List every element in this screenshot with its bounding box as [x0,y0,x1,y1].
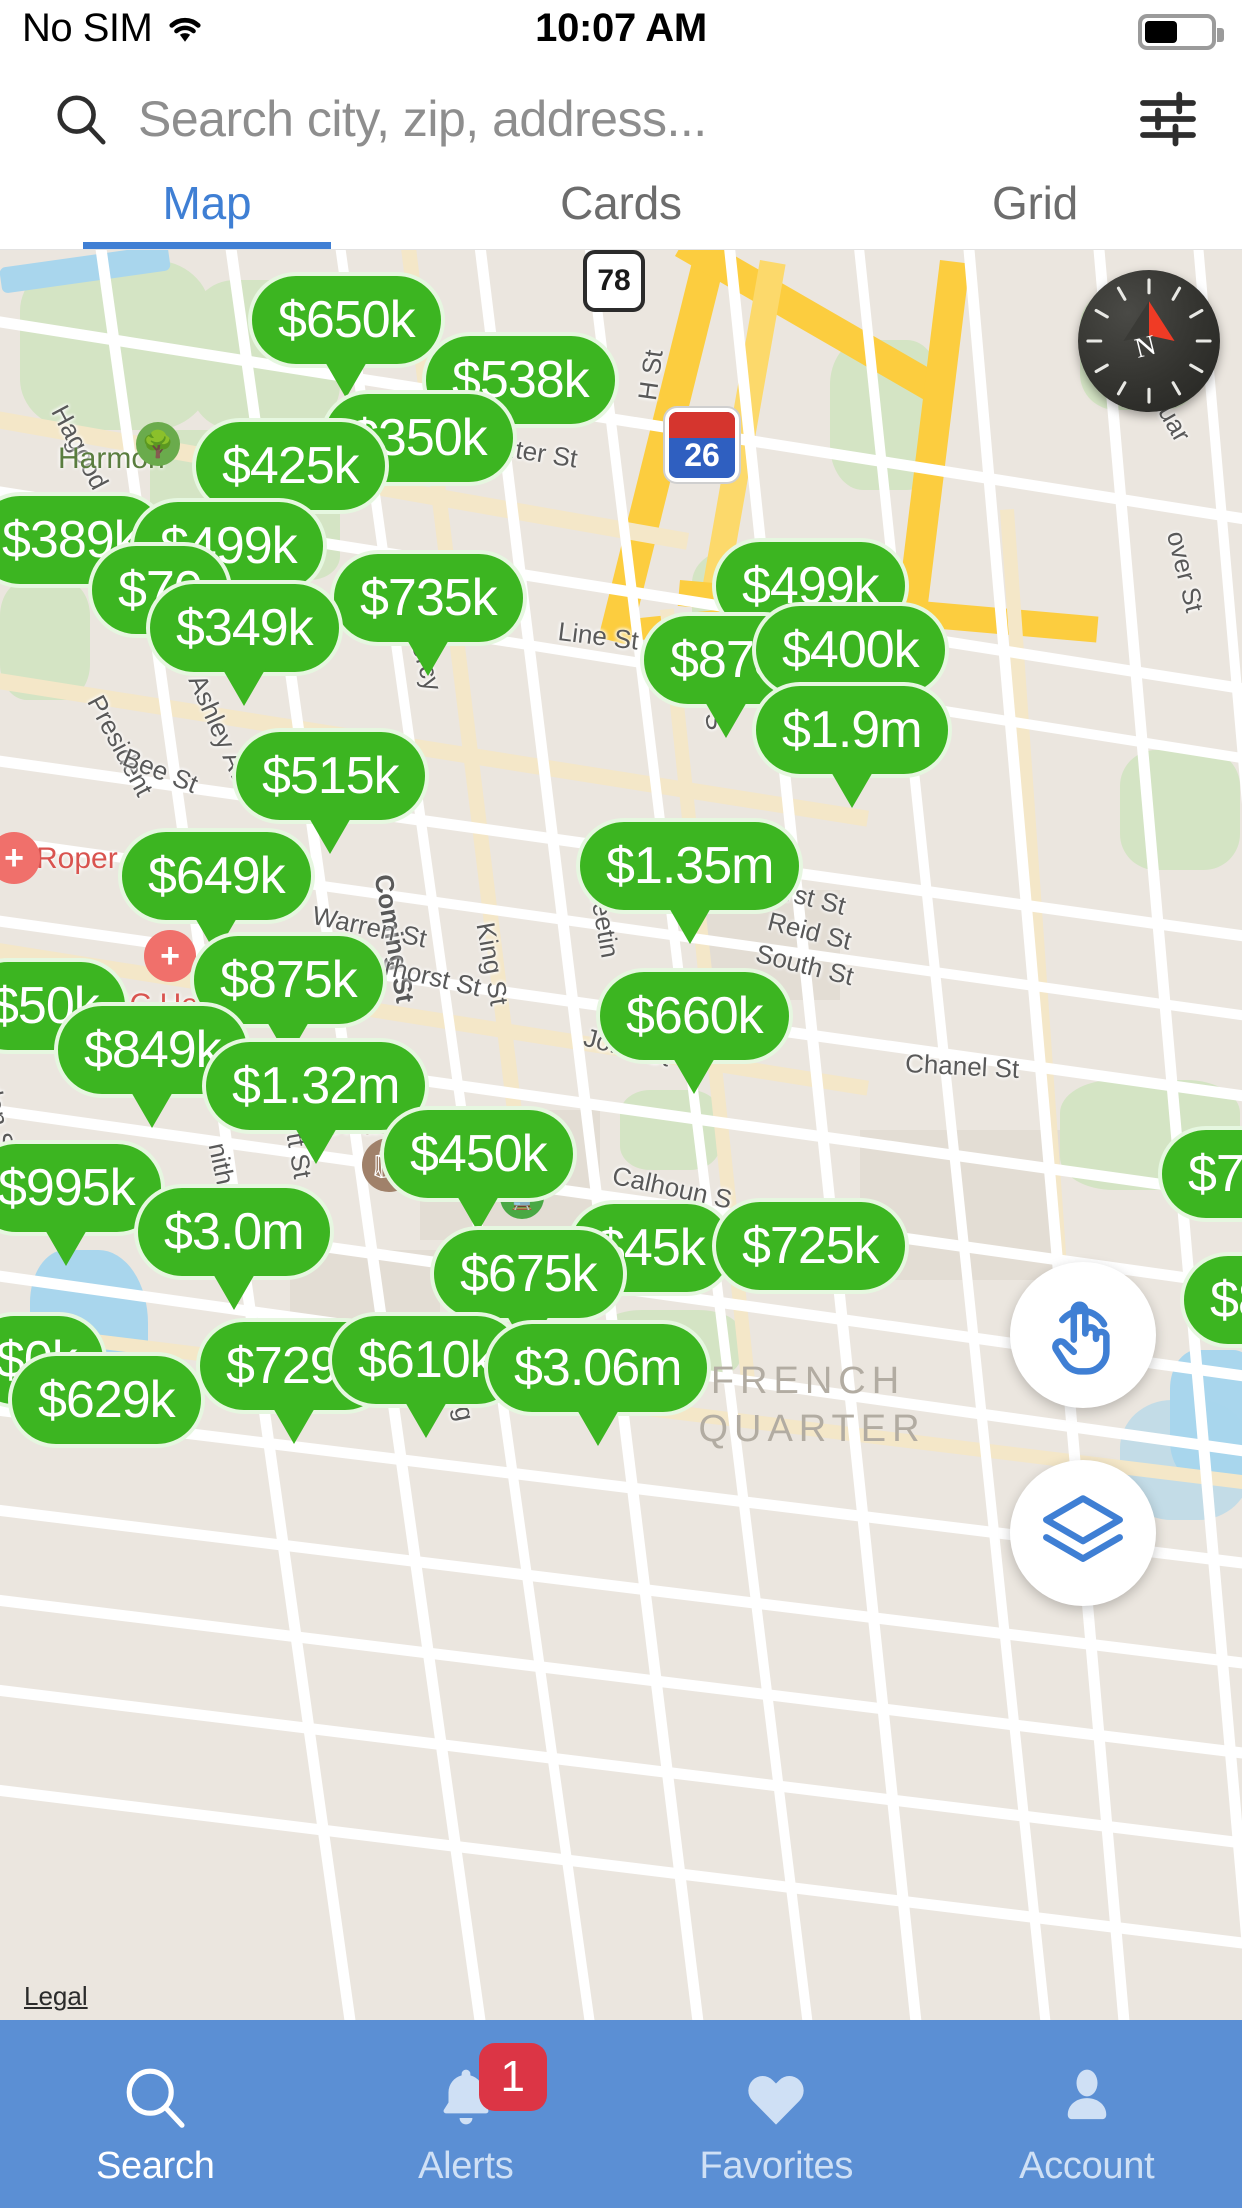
listing-pin[interactable]: $1.35m [576,818,804,944]
road-label: Chanel St [904,1048,1021,1084]
person-icon [1052,2051,1122,2143]
clock-label: 10:07 AM [535,6,707,50]
search-icon [52,90,110,148]
listing-pin[interactable]: $3.0m [134,1184,334,1310]
bottom-tab-bar: Search 1 Alerts Favorites Account [0,2020,1242,2208]
app-root: No SIM 10:07 AM Search city, zip, addres… [0,0,1242,2208]
listing-pin[interactable]: $675k [430,1226,627,1352]
listing-pin[interactable]: $629k [8,1352,205,1448]
bell-icon: 1 [431,2042,547,2143]
nav-item-favorites[interactable]: Favorites [621,2020,932,2208]
nav-label-search: Search [95,2144,215,2187]
nav-label-account: Account [1019,2144,1155,2187]
map-canvas: Hagood Ave Parkw Fi President Bee St Ash… [0,250,1242,2020]
battery-icon [1138,14,1224,50]
compass-icon[interactable]: N [1078,270,1220,412]
highway-shield-i26: 26 [665,408,739,482]
district-label: QUARTER [698,1408,926,1450]
heart-icon [740,2051,812,2143]
highway-shield-78: 78 [583,250,645,312]
nav-label-favorites: Favorites [699,2144,854,2187]
status-bar: No SIM 10:07 AM [0,0,1242,66]
park-icon: 🌳 [136,422,180,466]
place-label-hospital: Roper [36,842,118,875]
listing-pin[interactable]: $349k [146,580,343,706]
listing-pin[interactable]: $1.9m [752,682,952,808]
view-tabs: Map Cards Grid [0,172,1242,250]
nav-item-search[interactable]: Search [0,2020,311,2208]
tab-map[interactable]: Map [0,172,414,249]
listing-pin[interactable]: $660k [596,968,793,1094]
tab-grid[interactable]: Grid [828,172,1242,249]
tab-cards[interactable]: Cards [414,172,828,249]
map-layers-icon[interactable] [1010,1460,1156,1606]
search-icon [119,2051,191,2143]
nav-label-alerts: Alerts [418,2144,514,2187]
search-input[interactable] [138,90,1138,148]
map-view[interactable]: Hagood Ave Parkw Fi President Bee St Ash… [0,250,1242,2020]
hand-touch-icon[interactable] [1010,1262,1156,1408]
listing-pin[interactable]: $735k [330,550,527,676]
filter-sliders-icon[interactable] [1138,89,1198,149]
listing-pin[interactable]: $3.06m [484,1320,712,1446]
district-label: FRENCH [710,1360,906,1402]
hospital-icon: + [144,930,196,982]
listing-pin[interactable]: $450k [380,1106,577,1232]
listing-pin[interactable]: $725k [712,1198,909,1294]
search-bar [0,66,1242,172]
listing-pin[interactable]: $649k [118,828,315,954]
listing-pin[interactable]: $515k [232,728,429,854]
nav-item-alerts[interactable]: 1 Alerts [311,2020,622,2208]
alerts-badge: 1 [478,2042,547,2111]
nav-item-account[interactable]: Account [932,2020,1242,2208]
listing-pin[interactable]: $650k [248,272,445,398]
map-attribution-legal[interactable]: Legal [24,1981,88,2012]
